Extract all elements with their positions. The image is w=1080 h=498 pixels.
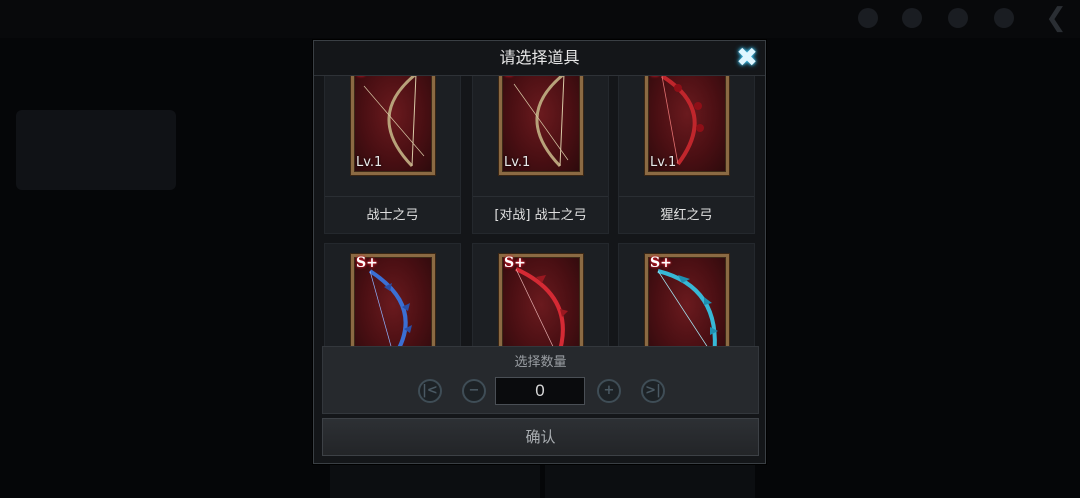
card-divider [325,196,460,197]
background-status-icon [948,8,968,28]
level-label: Lv.1 [356,155,383,170]
background-tab [330,461,540,498]
card-divider [619,196,754,197]
grade-badge: S [504,76,514,80]
item-name: 猩红之弓 [660,208,713,223]
item-card[interactable]: S Lv.1 [对战] 战士之弓 [472,76,609,234]
item-card[interactable]: S Lv.1 猩红之弓 [618,76,755,234]
grade-badge: S [356,76,366,80]
item-select-dialog: 请选择道具 ✖ S Lv.1 战士之弓 [313,40,766,464]
background-status-icon [858,8,878,28]
dialog-header: 请选择道具 ✖ [314,41,765,76]
quantity-input[interactable]: 0 [495,377,585,405]
minus-icon[interactable]: − [462,379,486,403]
background-status-icon [902,8,922,28]
confirm-button[interactable]: 确认 [322,418,759,456]
back-arrow-icon: ❮ [1045,3,1067,33]
level-label: Lv.1 [504,155,531,170]
background-panel [16,110,176,190]
close-icon[interactable]: ✖ [735,45,759,71]
dialog-title: 请选择道具 [499,48,580,67]
quantity-label: 选择数量 [514,355,567,370]
level-label: Lv.1 [650,155,677,170]
grade-badge: S+ [504,255,526,271]
quantity-panel: 选择数量 |< − 0 + >| [322,346,759,414]
item-name: [对战] 战士之弓 [494,208,587,223]
item-card[interactable]: S Lv.1 战士之弓 [324,76,461,234]
grade-badge: S+ [356,255,378,271]
skip-to-min-icon[interactable]: |< [418,379,442,403]
background-top-bar: ❮ [0,0,1080,38]
background-status-icon [994,8,1014,28]
background-tab [545,461,755,498]
item-portrait: S Lv.1 [645,76,729,175]
grade-badge: S [650,76,660,80]
item-portrait: S Lv.1 [499,76,583,175]
grade-badge: S+ [650,255,672,271]
skip-to-max-icon[interactable]: >| [641,379,665,403]
card-divider [473,196,608,197]
item-name: 战士之弓 [366,208,419,223]
plus-icon[interactable]: + [597,379,621,403]
item-grid[interactable]: S Lv.1 战士之弓 S Lv.1 [对战] 战士之弓 [324,76,757,386]
item-portrait: S Lv.1 [351,76,435,175]
